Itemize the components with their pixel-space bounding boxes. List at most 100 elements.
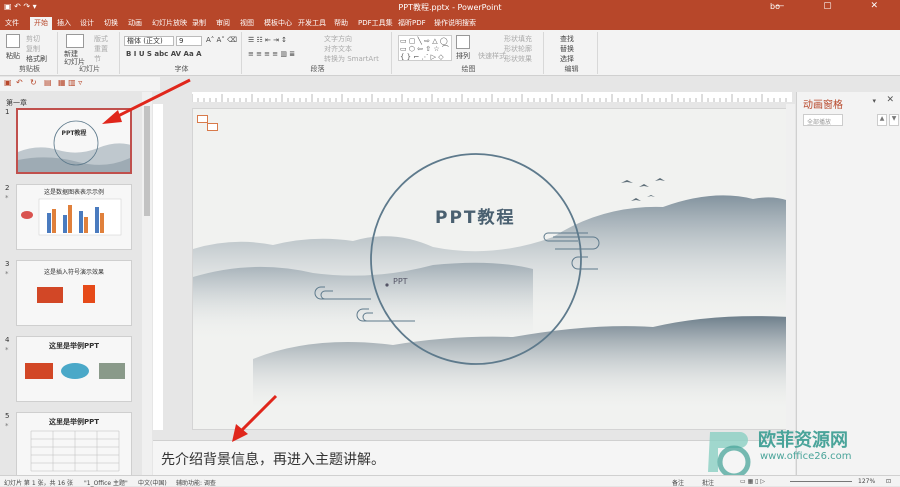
annotation-arrow [232, 394, 278, 442]
font-style-buttons[interactable]: B I U S abc AV Aa A [126, 50, 202, 58]
slide-thumbnail-2[interactable]: 这是数据图表表示示例 [16, 184, 132, 250]
group-drawing: ▭ ▢ ╲ ⇨ △ ◯ ▭ ⬡ ⇦ ⇧ ☆ ⌒{ } ⌐ ⋰ ▷ ◇ 排列 快速样… [394, 32, 544, 74]
zoom-level[interactable]: 127% [858, 478, 875, 485]
group-clipboard: 粘贴 剪切 复制 格式刷 剪贴板 [2, 32, 58, 74]
redo-icon[interactable]: ↻ [30, 78, 37, 87]
layout-button[interactable]: 版式 [94, 34, 108, 44]
pane-options-icon[interactable]: ▾ [872, 97, 876, 105]
copy-button[interactable]: 复制 [26, 44, 40, 54]
new-slide-icon[interactable] [66, 34, 84, 48]
thumb-title: 这里是举例PPT [48, 418, 100, 426]
animation-star-icon: * [5, 422, 9, 430]
tab-record[interactable]: 录制 [192, 18, 206, 28]
replace-button[interactable]: 替换 [560, 44, 574, 54]
tab-transitions[interactable]: 切换 [104, 18, 118, 28]
vertical-ruler[interactable] [153, 104, 163, 430]
shapes-gallery[interactable]: ▭ ▢ ╲ ⇨ △ ◯ ▭ ⬡ ⇦ ⇧ ☆ ⌒{ } ⌐ ⋰ ▷ ◇ [398, 35, 452, 61]
arrange-button[interactable]: 排列 [456, 51, 470, 61]
ruler-ticks [191, 94, 787, 102]
font-size-combo[interactable]: 9 [176, 36, 202, 46]
window-controls[interactable]: — ▢ ✕ [775, 1, 896, 11]
find-button[interactable]: 查找 [560, 34, 574, 44]
list-buttons[interactable]: ☰ ☷ ⇤ ⇥ ↕ [248, 36, 287, 44]
cut-button[interactable]: 剪切 [26, 34, 40, 44]
fit-slide-icon[interactable]: ⊡ [886, 478, 891, 485]
close-icon[interactable]: ✕ [886, 95, 894, 105]
watermark: 欧菲资源网 www.office26.com [700, 424, 900, 480]
shape-outline-button[interactable]: 形状轮廓 [504, 44, 532, 54]
save-icon[interactable]: ▣ [4, 78, 12, 87]
select-button[interactable]: 选择 [560, 54, 574, 64]
quick-styles-button[interactable]: 快速样式 [478, 51, 506, 61]
format-painter-button[interactable]: 格式刷 [26, 54, 47, 64]
comment-icon[interactable] [197, 115, 208, 123]
move-down-button[interactable]: ▼ [889, 114, 899, 126]
tab-developer[interactable]: 开发工具 [298, 18, 326, 28]
slide-thumbnail-3[interactable]: 这是插入符号演示效果 [16, 260, 132, 326]
tell-me-search[interactable]: 操作说明搜索 [434, 18, 476, 28]
thumb-title: PPT教程 [61, 130, 87, 137]
slide-title[interactable]: PPT教程 [435, 203, 516, 228]
animation-star-icon: * [5, 346, 9, 354]
view-buttons[interactable]: ▭ ▦ ▯ ▷ [740, 478, 765, 485]
tab-animations[interactable]: 动画 [128, 18, 142, 28]
font-name-combo[interactable]: 楷体 (正文) [124, 36, 174, 46]
tab-foxit-pdf[interactable]: 福昕PDF [398, 18, 426, 28]
arrange-icon[interactable] [456, 35, 470, 49]
paste-icon[interactable] [6, 34, 20, 48]
shape-fill-button[interactable]: 形状填充 [504, 34, 532, 44]
slide-scrollbar[interactable] [786, 104, 795, 430]
slide-thumbnail-4[interactable]: 这里是举例PPT [16, 336, 132, 402]
horizontal-ruler[interactable] [191, 92, 792, 102]
group-slides: 新建 幻灯片 版式 重置 节 幻灯片 [60, 32, 120, 74]
align-buttons[interactable]: ≡ ≡ ≡ ≡ ▥ ≣ [248, 50, 295, 58]
tab-pdf-tools[interactable]: PDF工具集 [358, 18, 393, 28]
zoom-slider[interactable] [790, 481, 852, 482]
group-label: 幻灯片 [79, 65, 100, 73]
section-header[interactable]: 第一章 [6, 98, 27, 108]
group-label: 字体 [174, 65, 189, 73]
tab-home[interactable]: 开始 [30, 17, 52, 30]
slide-subtitle[interactable]: PPT [393, 277, 408, 286]
birds [621, 178, 665, 201]
thumbnail-scrollbar[interactable] [142, 92, 152, 475]
tab-file[interactable]: 文件 [5, 18, 19, 28]
animation-pane-title: 动画窗格 [803, 100, 843, 111]
slide-thumbnail-pane: 第一章 1 PPT教程 2 * 这是数据图表表示示例 3 * 这是插入符号演示效… [0, 92, 152, 475]
status-bar: 幻灯片 第 1 张，共 16 张 "1_Office 主题" 中文(中国) 辅助… [0, 475, 900, 487]
window-title: PPT教程.pptx - PowerPoint [398, 3, 502, 12]
section-button[interactable]: 节 [94, 54, 101, 64]
group-editing: 查找 替换 选择 编辑 [546, 32, 598, 74]
tab-design[interactable]: 设计 [80, 18, 94, 28]
tab-templates[interactable]: 模板中心 [264, 18, 292, 28]
thumb-title: 这里是举例PPT [48, 342, 100, 350]
tab-insert[interactable]: 插入 [57, 18, 71, 28]
tab-view[interactable]: 视图 [240, 18, 254, 28]
reset-button[interactable]: 重置 [94, 44, 108, 54]
slide-canvas[interactable]: PPT教程 PPT [192, 108, 788, 430]
ribbon: 粘贴 剪切 复制 格式刷 剪贴板 新建 幻灯片 版式 重置 节 幻灯片 楷体 (… [0, 30, 900, 76]
watermark-logo [708, 432, 751, 479]
align-text-button[interactable]: 对齐文本 [324, 44, 352, 54]
undo-icon[interactable]: ↶ [16, 78, 23, 87]
comment-icon[interactable] [207, 123, 218, 131]
shape-effects-button[interactable]: 形状效果 [504, 54, 532, 64]
play-all-button[interactable]: 全部播放 [803, 114, 843, 126]
slideshow-icon[interactable]: ▤ [44, 78, 52, 87]
thumb-title: 这是数据图表表示示例 [43, 189, 104, 196]
slide-thumbnail-5[interactable]: 这里是举例PPT [16, 412, 132, 475]
tab-slideshow[interactable]: 幻灯片放映 [152, 18, 187, 28]
thumb-number: 4 [5, 336, 10, 344]
paste-button[interactable]: 粘贴 [6, 51, 20, 61]
move-up-button[interactable]: ▲ [877, 114, 887, 126]
tab-review[interactable]: 审阅 [216, 18, 230, 28]
notes-text[interactable]: 先介绍背景信息，再进入主题讲解。 [161, 449, 385, 469]
tab-help[interactable]: 帮助 [334, 18, 348, 28]
group-paragraph: ☰ ☷ ⇤ ⇥ ↕ ≡ ≡ ≡ ≡ ▥ ≣ 文字方向 对齐文本 转换为 Smar… [244, 32, 392, 74]
text-direction-button[interactable]: 文字方向 [324, 34, 352, 44]
font-grow-shrink[interactable]: A˄ A˅ ⌫ [206, 36, 237, 44]
watermark-url: www.office26.com [760, 451, 852, 462]
smartart-button[interactable]: 转换为 SmartArt [324, 54, 379, 64]
group-label: 剪贴板 [19, 65, 40, 73]
more-icon[interactable]: ▦ ▥ ▿ [58, 78, 82, 87]
